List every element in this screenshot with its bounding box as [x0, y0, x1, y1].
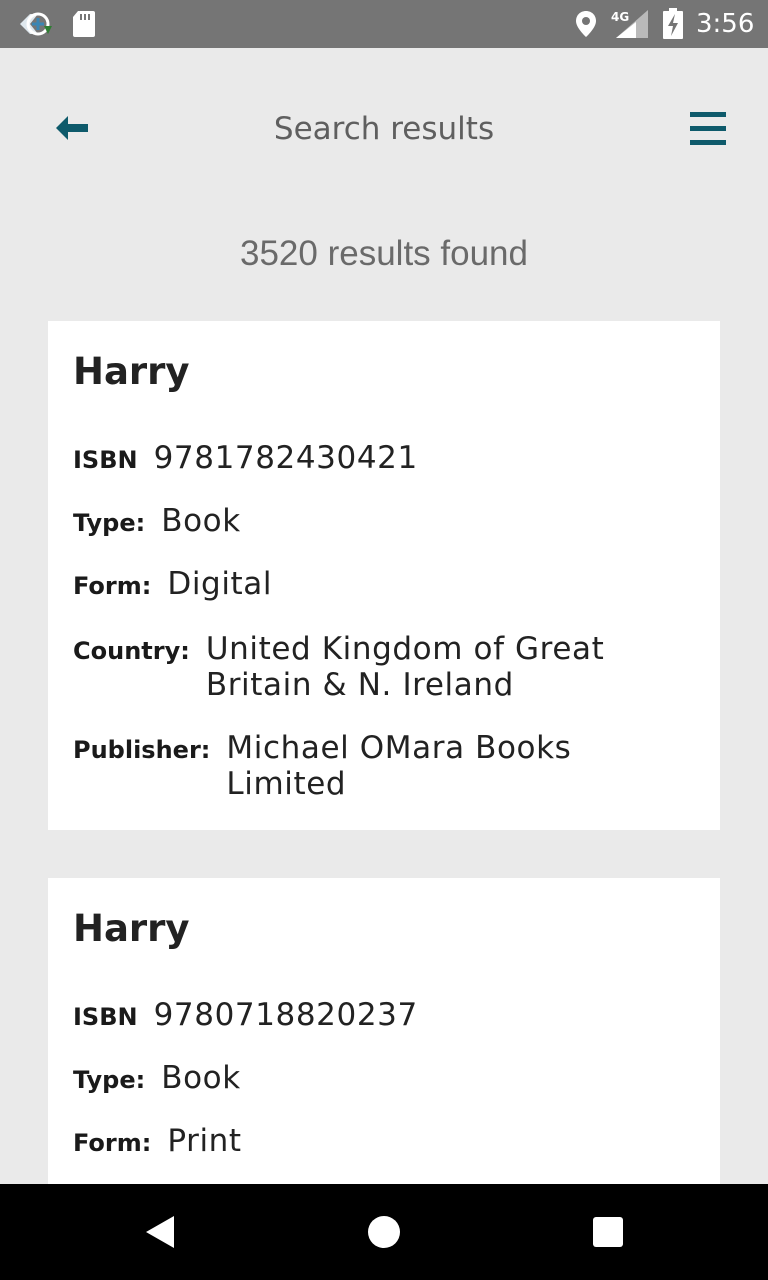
signal-icon: 4G: [611, 10, 648, 38]
form-value: Print: [167, 1123, 242, 1159]
nav-back-icon[interactable]: [140, 1212, 180, 1252]
type-label: Type:: [73, 1066, 146, 1094]
isbn-value: 9780718820237: [153, 997, 418, 1033]
type-value: Book: [161, 1060, 241, 1096]
result-card[interactable]: Harry ISBN 9780718820237 Type: Book Form…: [48, 878, 720, 1184]
isbn-value: 9781782430421: [153, 440, 418, 476]
form-label: Form:: [73, 1129, 152, 1157]
form-label: Form:: [73, 572, 152, 600]
nav-recents-icon[interactable]: [591, 1215, 625, 1249]
isbn-label: ISBN: [73, 446, 138, 474]
type-row: Type: Book: [73, 503, 241, 541]
isbn-row: ISBN 9780718820237: [73, 997, 418, 1035]
page-title: Search results: [273, 111, 495, 147]
isbn-label: ISBN: [73, 1003, 138, 1031]
publisher-label: Publisher:: [73, 736, 211, 764]
battery-charging-icon: [663, 8, 683, 39]
type-row: Type: Book: [73, 1060, 241, 1098]
result-title: Harry: [73, 350, 190, 393]
sd-card-icon: [73, 11, 95, 37]
form-row: Form: Print: [73, 1123, 242, 1161]
type-value: Book: [161, 503, 241, 539]
form-value: Digital: [167, 566, 273, 602]
app-notification-icon: [20, 12, 52, 36]
result-card[interactable]: Harry ISBN 9781782430421 Type: Book Form…: [48, 321, 720, 830]
location-icon: [576, 11, 596, 37]
country-row: Country: United Kingdom of Great Britain…: [73, 631, 646, 703]
publisher-row: Publisher: Michael OMara Books Limited: [73, 730, 646, 802]
hamburger-menu-icon: [690, 112, 726, 145]
country-label: Country:: [73, 637, 190, 665]
form-row: Form: Digital: [73, 566, 272, 604]
type-label: Type:: [73, 509, 146, 537]
results-count: 3520 results found: [240, 234, 528, 273]
menu-button[interactable]: [686, 108, 730, 150]
status-time: 3:56: [696, 9, 755, 39]
result-title: Harry: [73, 907, 190, 950]
nav-home-icon[interactable]: [366, 1214, 402, 1250]
publisher-value: Michael OMara Books Limited: [226, 730, 572, 802]
network-type-label: 4G: [611, 10, 629, 24]
country-value: United Kingdom of Great Britain & N. Ire…: [205, 631, 605, 703]
status-bar: 4G 3:56: [0, 0, 768, 48]
isbn-row: ISBN 9781782430421: [73, 440, 418, 478]
system-nav-bar: [0, 1184, 768, 1280]
